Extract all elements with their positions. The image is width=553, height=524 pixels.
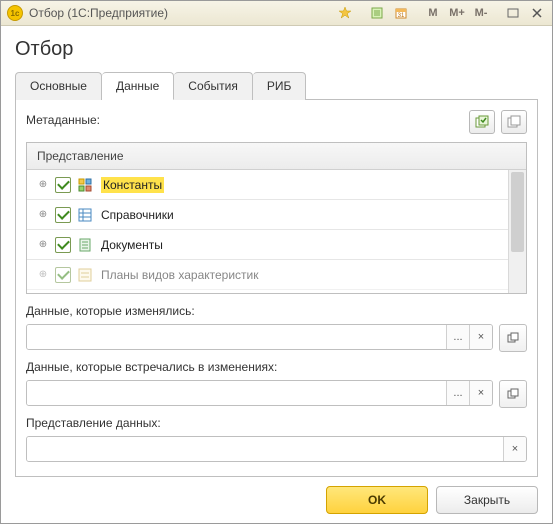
calendar-icon[interactable]: 31 xyxy=(390,3,412,23)
tab-data[interactable]: Данные xyxy=(102,72,174,100)
close-button[interactable] xyxy=(526,3,548,23)
metadata-label: Метаданные: xyxy=(26,113,463,127)
calc-icon[interactable] xyxy=(366,3,388,23)
representation-group: Представление данных: × xyxy=(26,416,527,462)
tab-events[interactable]: События xyxy=(174,72,253,100)
representation-input-wrapper: × xyxy=(26,436,527,462)
window: 1c Отбор (1С:Предприятие) 31 M M+ M- Отб… xyxy=(0,0,553,524)
open-external-button[interactable] xyxy=(499,380,527,408)
svg-text:31: 31 xyxy=(398,13,405,19)
select-button[interactable]: ... xyxy=(446,325,469,349)
checkbox[interactable] xyxy=(55,177,71,193)
clear-button[interactable]: × xyxy=(469,381,492,405)
clear-button[interactable]: × xyxy=(469,325,492,349)
tab-body: Метаданные: Представление ⊕ xyxy=(15,100,538,477)
encountered-data-input-wrapper: ... × xyxy=(26,380,493,406)
favorite-icon[interactable] xyxy=(334,3,356,23)
check-all-button[interactable] xyxy=(469,110,495,134)
page-title: Отбор xyxy=(15,38,538,61)
minimize-button[interactable] xyxy=(502,3,524,23)
representation-input[interactable] xyxy=(27,437,503,461)
footer: OK Закрыть xyxy=(1,477,552,523)
tree-row-label: Документы xyxy=(101,238,163,252)
window-title: Отбор (1С:Предприятие) xyxy=(29,6,168,20)
constants-icon xyxy=(77,178,93,192)
encountered-data-group: Данные, которые встречались в изменениях… xyxy=(26,360,527,406)
close-dialog-button[interactable]: Закрыть xyxy=(436,486,538,514)
app-icon: 1c xyxy=(7,5,23,21)
changed-data-label: Данные, которые изменялись: xyxy=(26,304,527,318)
tab-rib[interactable]: РИБ xyxy=(253,72,307,100)
expand-icon[interactable]: ⊕ xyxy=(37,269,49,281)
memory-m-plus-button[interactable]: M+ xyxy=(446,3,468,23)
tree-row[interactable]: ⊕ Справочники xyxy=(27,200,509,230)
checkbox[interactable] xyxy=(55,207,71,223)
tree-row[interactable]: ⊕ Константы xyxy=(27,170,509,200)
metadata-tree: Представление ⊕ Константы ⊕ xyxy=(26,142,527,294)
titlebar: 1c Отбор (1С:Предприятие) 31 M M+ M- xyxy=(1,1,552,26)
tree-row-label: Планы видов характеристик xyxy=(101,268,258,282)
tabs: Основные Данные События РИБ xyxy=(15,71,538,100)
tree-row-label: Константы xyxy=(101,177,164,193)
memory-m-minus-button[interactable]: M- xyxy=(470,3,492,23)
encountered-data-input[interactable] xyxy=(27,381,446,405)
content: Отбор Основные Данные События РИБ Метада… xyxy=(1,26,552,477)
tree-row[interactable]: ⊕ Документы xyxy=(27,230,509,260)
plan-icon xyxy=(77,268,93,282)
metadata-header-row: Метаданные: xyxy=(26,110,527,134)
expand-icon[interactable]: ⊕ xyxy=(37,209,49,221)
tab-main[interactable]: Основные xyxy=(15,72,102,100)
copy-button[interactable] xyxy=(501,110,527,134)
memory-m-button[interactable]: M xyxy=(422,3,444,23)
tree-scrollbar[interactable] xyxy=(508,170,526,293)
ok-button[interactable]: OK xyxy=(326,486,428,514)
changed-data-input[interactable] xyxy=(27,325,446,349)
expand-icon[interactable]: ⊕ xyxy=(37,239,49,251)
open-external-button[interactable] xyxy=(499,324,527,352)
expand-icon[interactable]: ⊕ xyxy=(37,179,49,191)
clear-button[interactable]: × xyxy=(503,437,526,461)
tree-column-header[interactable]: Представление xyxy=(27,143,526,170)
select-button[interactable]: ... xyxy=(446,381,469,405)
changed-data-input-wrapper: ... × xyxy=(26,324,493,350)
changed-data-group: Данные, которые изменялись: ... × xyxy=(26,304,527,350)
checkbox[interactable] xyxy=(55,237,71,253)
tree-row-label: Справочники xyxy=(101,208,174,222)
checkbox[interactable] xyxy=(55,267,71,283)
representation-label: Представление данных: xyxy=(26,416,527,430)
tree-row[interactable]: ⊕ Планы видов характеристик xyxy=(27,260,509,290)
catalog-icon xyxy=(77,208,93,222)
document-icon xyxy=(77,238,93,252)
encountered-data-label: Данные, которые встречались в изменениях… xyxy=(26,360,527,374)
scrollbar-thumb[interactable] xyxy=(511,172,524,252)
